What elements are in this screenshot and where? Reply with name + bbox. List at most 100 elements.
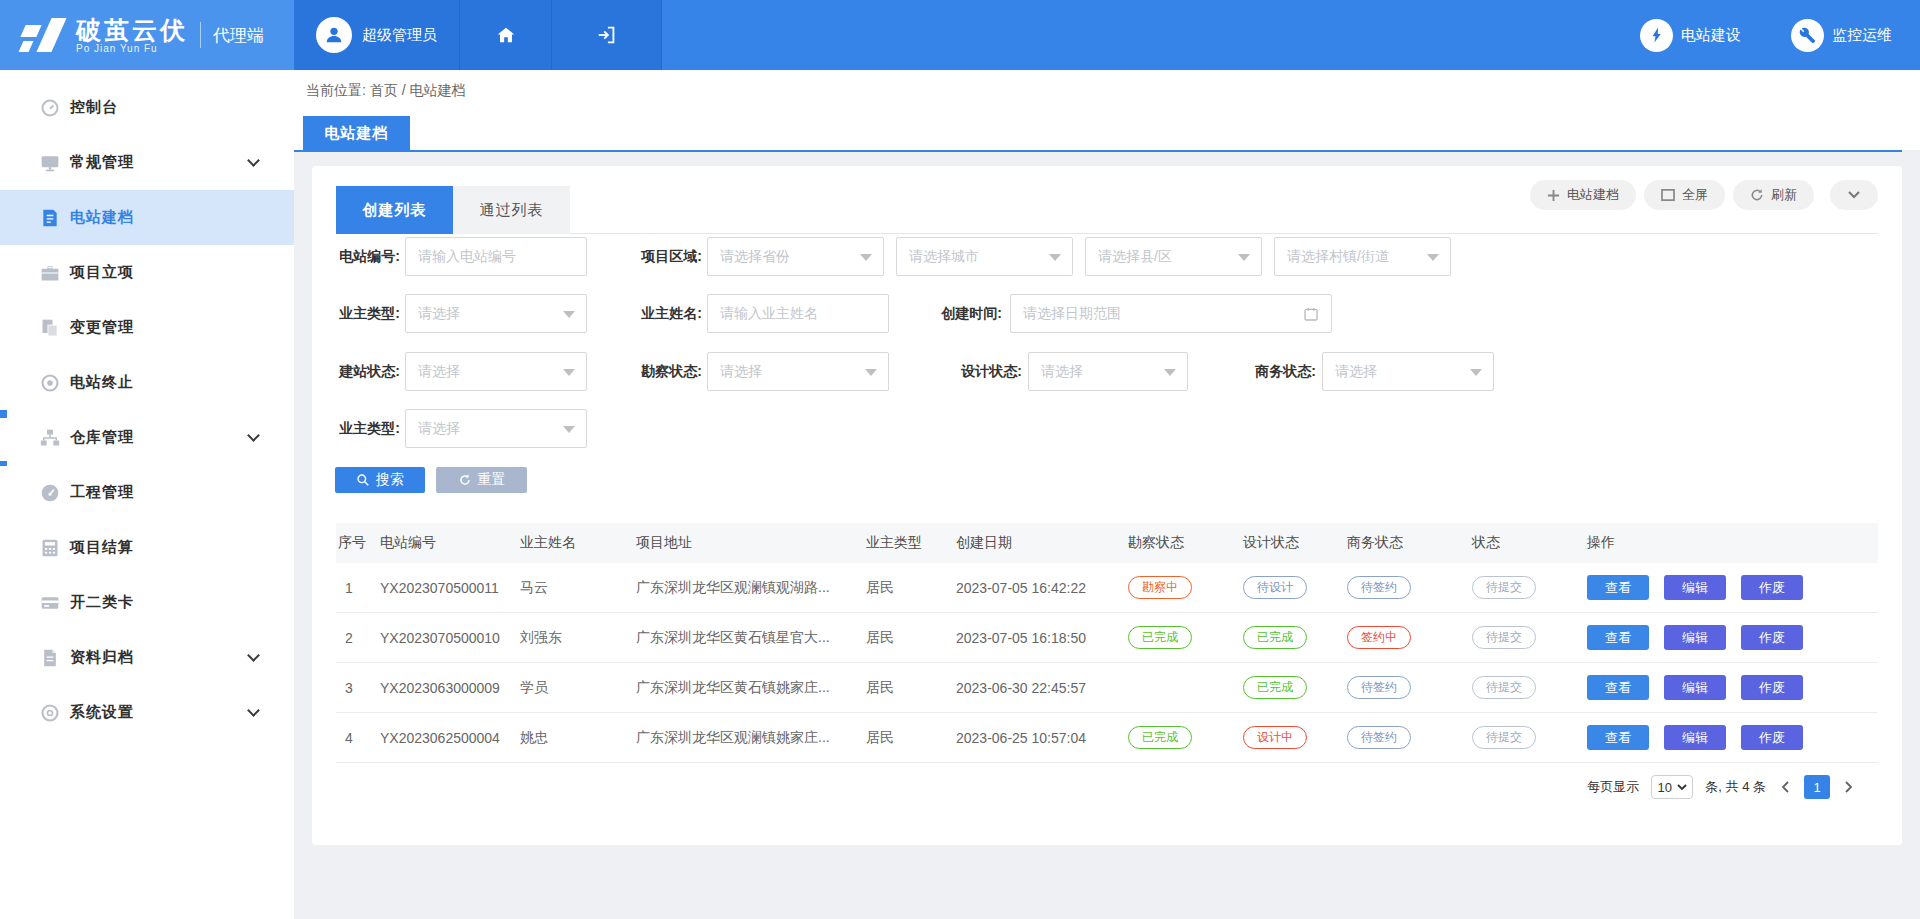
sitemap-icon <box>39 427 61 449</box>
fullscreen-button[interactable]: 全屏 <box>1644 180 1725 210</box>
void-button[interactable]: 作废 <box>1741 625 1803 650</box>
wrench-icon <box>1791 19 1824 52</box>
table-row: 4 YX2023062500004 姚忠 广东深圳龙华区观澜镇姚家庄... 居民… <box>336 713 1878 763</box>
nav-station-build[interactable]: 电站建设 <box>1640 19 1741 52</box>
survey-status-badge: 已完成 <box>1128 626 1192 649</box>
nav-monitor-ops[interactable]: 监控运维 <box>1791 19 1892 52</box>
logo: 破茧云伏 Po Jian Yun Fu 代理端 <box>0 0 294 70</box>
station-code-input[interactable]: 请输入电站编号 <box>405 237 587 276</box>
filter-owner-name: 业主姓名: 请输入业主姓名 <box>630 294 889 333</box>
per-page-select[interactable]: 10 <box>1651 775 1693 799</box>
current-page-button[interactable]: 1 <box>1804 775 1830 799</box>
sidebar-item-type2-card[interactable]: 开二类卡 <box>0 575 294 630</box>
tab-passed-list[interactable]: 通过列表 <box>453 186 570 234</box>
page-tab[interactable]: 电站建档 <box>303 116 410 150</box>
survey-status-select[interactable]: 请选择 <box>707 352 889 391</box>
owner-type2-select[interactable]: 请选择 <box>405 409 587 448</box>
search-button[interactable]: 搜索 <box>335 467 425 493</box>
void-button[interactable]: 作废 <box>1741 575 1803 600</box>
business-status-select[interactable]: 请选择 <box>1322 352 1494 391</box>
caret-icon <box>1049 254 1061 261</box>
edit-button[interactable]: 编辑 <box>1664 725 1726 750</box>
sidebar-item-data-archive[interactable]: 资料归档 <box>0 630 294 685</box>
sidebar-item-change-management[interactable]: 变更管理 <box>0 300 294 355</box>
date-range-input[interactable]: 请选择日期范围 <box>1010 294 1332 333</box>
stations-table: 序号 电站编号 业主姓名 项目地址 业主类型 创建日期 勘察状态 设计状态 商务… <box>336 523 1878 763</box>
monitor-icon <box>39 152 61 174</box>
breadcrumb-current: 电站建档 <box>409 82 465 98</box>
sidebar-item-settlement[interactable]: 项目结算 <box>0 520 294 575</box>
app-header: 破茧云伏 Po Jian Yun Fu 代理端 超级管理员 电站建设 监控运维 <box>0 0 1920 70</box>
edit-button[interactable]: 编辑 <box>1664 575 1726 600</box>
edit-button[interactable]: 编辑 <box>1664 625 1726 650</box>
reset-icon <box>458 473 472 487</box>
refresh-button[interactable]: 刷新 <box>1733 180 1814 210</box>
sidebar-item-station-archive[interactable]: 电站建档 <box>0 190 294 245</box>
sidebar-item-project-initiation[interactable]: 项目立项 <box>0 245 294 300</box>
caret-icon <box>1238 254 1250 261</box>
breadcrumb-home[interactable]: 首页 <box>370 82 398 98</box>
sidebar-item-system-settings[interactable]: 系统设置 <box>0 685 294 740</box>
void-button[interactable]: 作废 <box>1741 675 1803 700</box>
edit-button[interactable]: 编辑 <box>1664 675 1726 700</box>
sidebar-item-engineering[interactable]: 工程管理 <box>0 465 294 520</box>
edge-marker <box>0 410 7 418</box>
sidebar-item-warehouse[interactable]: 仓库管理 <box>0 410 294 465</box>
home-button[interactable] <box>460 0 552 70</box>
table-row: 1 YX2023070500011 马云 广东深圳龙华区观澜镇观湖路... 居民… <box>336 563 1878 613</box>
status-badge: 待提交 <box>1472 576 1536 599</box>
design-status-select[interactable]: 请选择 <box>1028 352 1188 391</box>
main-card: 创建列表 通过列表 电站建档 全屏 刷新 电站编号: 请输入电站编号 <box>312 166 1902 845</box>
view-button[interactable]: 查看 <box>1587 725 1649 750</box>
owner-name-input[interactable]: 请输入业主姓名 <box>707 294 889 333</box>
filter-region: 项目区域: 请选择省份 请选择城市 请选择县/区 请选择村镇/街道 <box>630 237 1451 276</box>
view-button[interactable]: 查看 <box>1587 625 1649 650</box>
view-button[interactable]: 查看 <box>1587 675 1649 700</box>
city-select[interactable]: 请选择城市 <box>896 237 1073 276</box>
card-icon <box>39 592 61 614</box>
user-menu[interactable]: 超级管理员 <box>294 0 460 70</box>
business-status-badge: 待签约 <box>1347 576 1411 599</box>
fullscreen-icon <box>1661 189 1675 201</box>
sidebar-item-console[interactable]: 控制台 <box>0 80 294 135</box>
user-icon <box>323 24 345 46</box>
province-select[interactable]: 请选择省份 <box>707 237 884 276</box>
tab-create-list[interactable]: 创建列表 <box>336 186 453 234</box>
chevron-right-icon <box>1843 780 1855 794</box>
prev-page-button[interactable] <box>1778 780 1792 794</box>
dashboard-icon <box>39 97 61 119</box>
owner-type-select[interactable]: 请选择 <box>405 294 587 333</box>
refresh-icon <box>1750 188 1764 202</box>
logout-button[interactable] <box>552 0 662 70</box>
home-icon <box>495 24 517 46</box>
view-button[interactable]: 查看 <box>1587 575 1649 600</box>
add-station-button[interactable]: 电站建档 <box>1530 180 1636 210</box>
chevron-left-icon <box>1779 780 1791 794</box>
status-badge: 待提交 <box>1472 626 1536 649</box>
sidebar-item-general[interactable]: 常规管理 <box>0 135 294 190</box>
collapse-button[interactable] <box>1830 180 1878 210</box>
pagination: 每页显示 10 条, 共 4 条 1 <box>1587 775 1856 799</box>
plus-icon <box>1547 189 1560 202</box>
target-icon <box>39 372 61 394</box>
sidebar-item-station-termination[interactable]: 电站终止 <box>0 355 294 410</box>
reset-button[interactable]: 重置 <box>436 467 527 493</box>
caret-icon <box>1427 254 1439 261</box>
county-select[interactable]: 请选择县/区 <box>1085 237 1262 276</box>
logo-icon <box>20 16 66 54</box>
caret-icon <box>865 369 877 376</box>
logo-subtitle: Po Jian Yun Fu <box>76 43 188 54</box>
file-icon <box>39 647 61 669</box>
design-status-badge: 已完成 <box>1243 676 1307 699</box>
page-tab-underline <box>294 150 1902 152</box>
search-icon <box>356 473 370 487</box>
table-row: 3 YX2023063000009 学员 广东深圳龙华区黄石镇姚家庄... 居民… <box>336 663 1878 713</box>
build-status-select[interactable]: 请选择 <box>405 352 587 391</box>
village-select[interactable]: 请选择村镇/街道 <box>1274 237 1451 276</box>
void-button[interactable]: 作废 <box>1741 725 1803 750</box>
filter-owner-type: 业主类型: 请选择 <box>328 294 587 333</box>
next-page-button[interactable] <box>1842 780 1856 794</box>
caret-icon <box>1677 784 1687 791</box>
filter-survey-status: 勘察状态: 请选择 <box>630 352 889 391</box>
business-status-badge: 签约中 <box>1347 626 1411 649</box>
